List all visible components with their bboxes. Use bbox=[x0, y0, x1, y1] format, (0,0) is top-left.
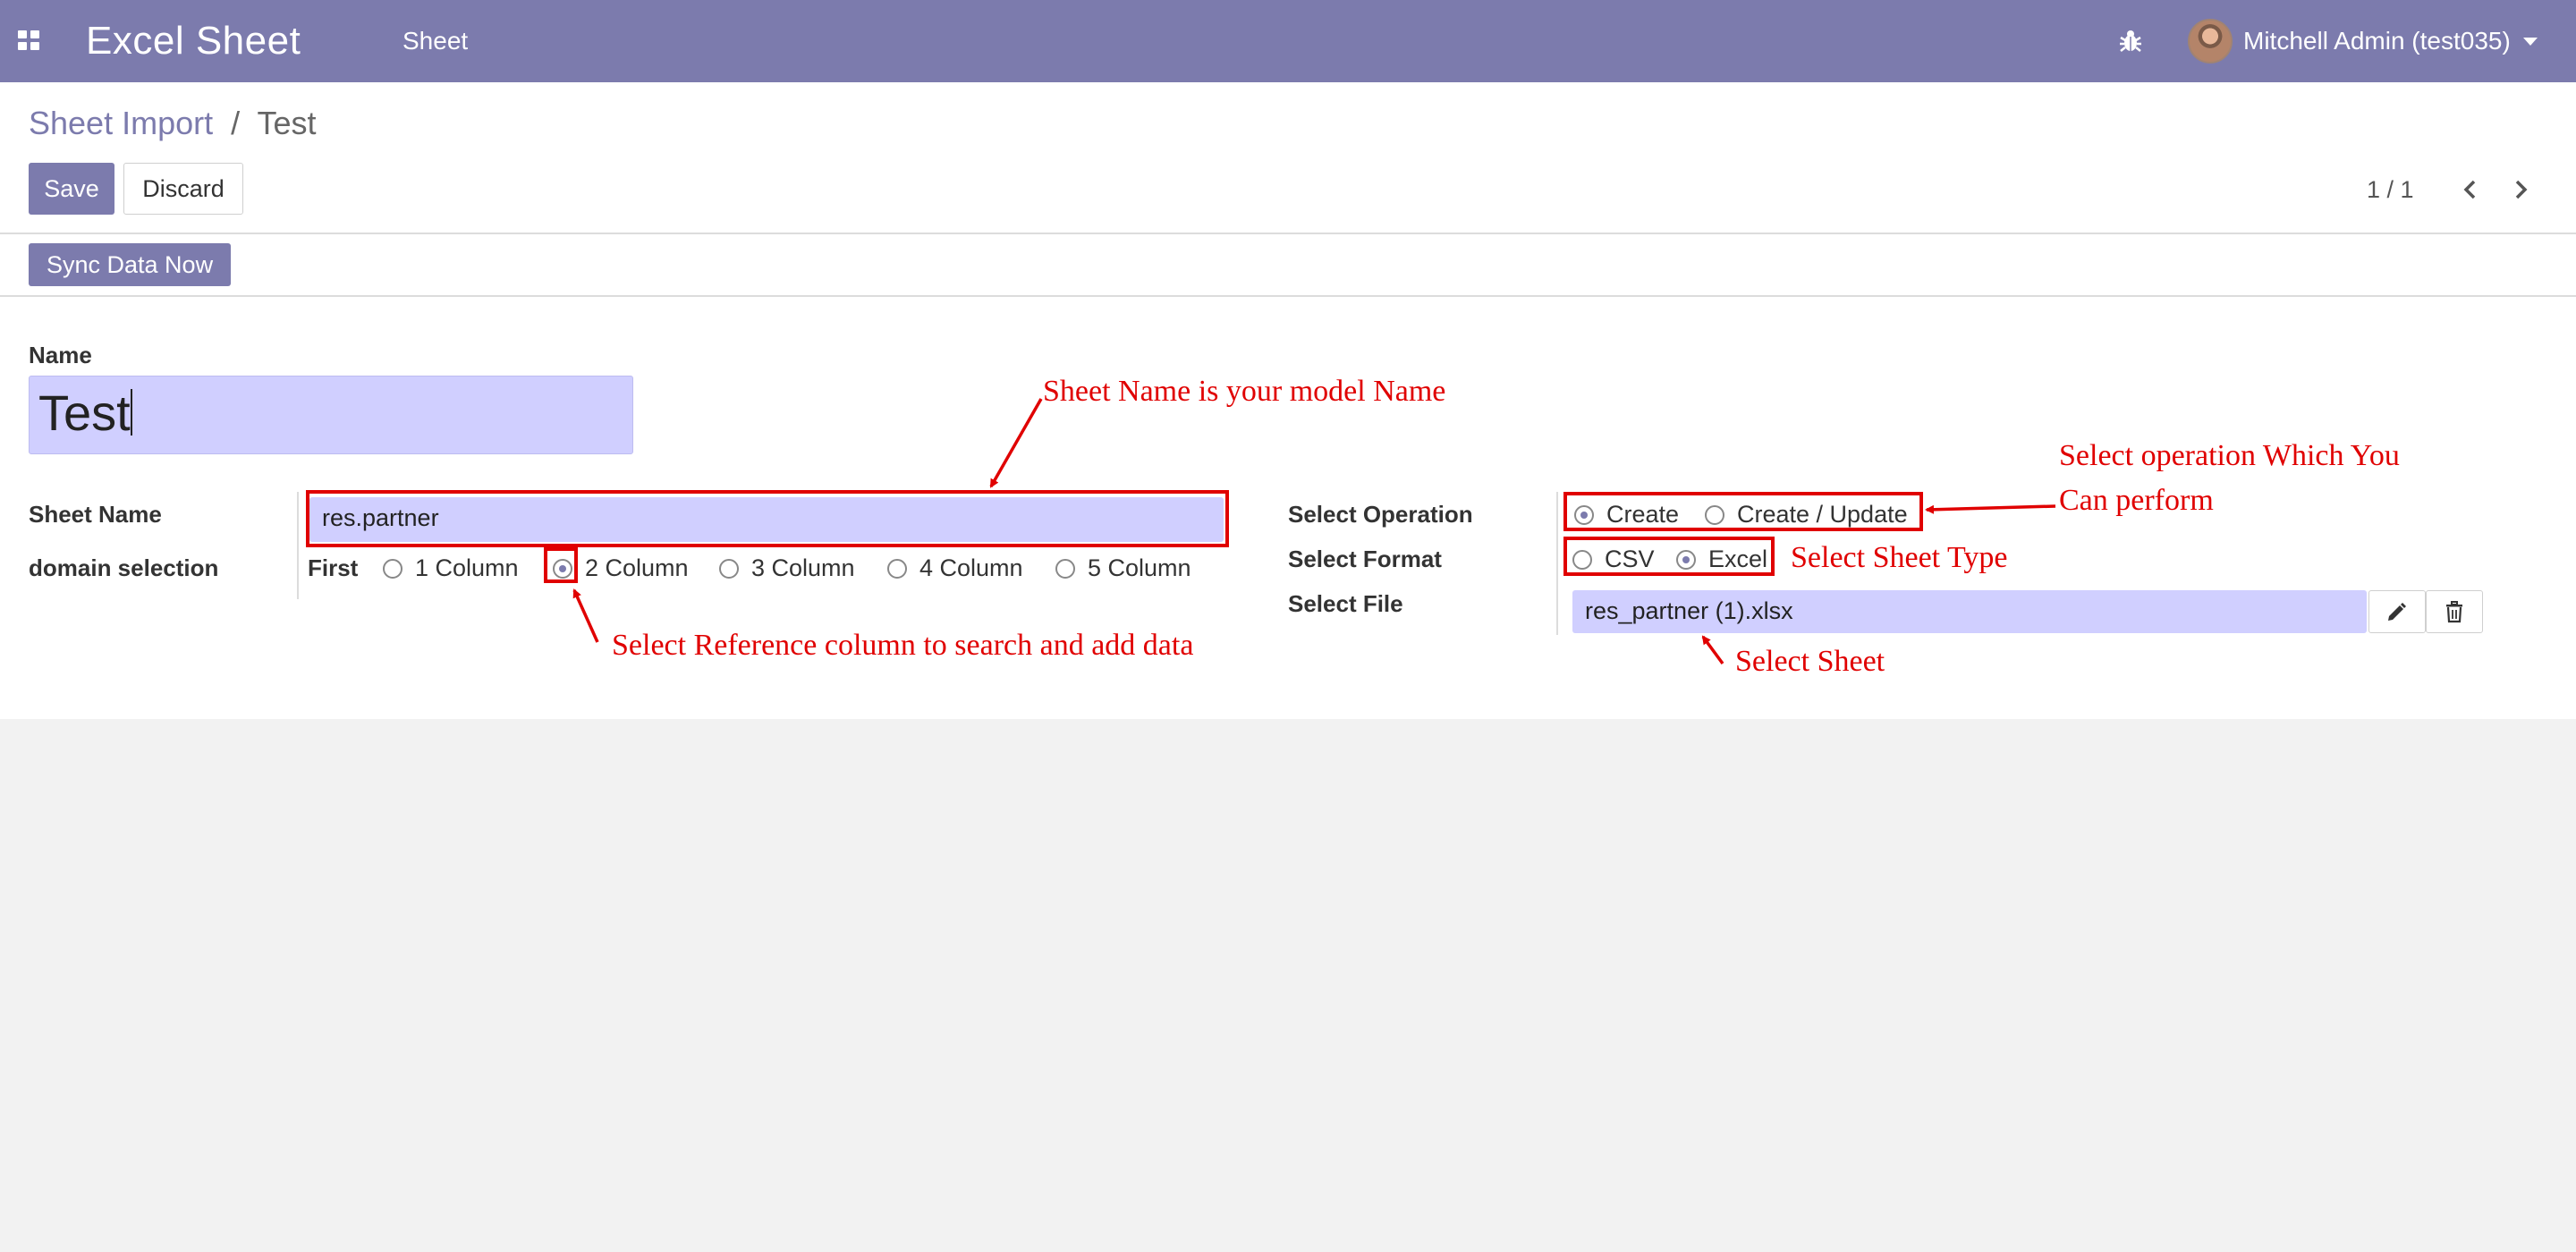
user-menu[interactable]: Mitchell Admin (test035) bbox=[2188, 16, 2538, 66]
annotation-highlight-format bbox=[1563, 537, 1775, 576]
name-value: Test bbox=[38, 385, 131, 441]
select-operation-label: Select Operation bbox=[1288, 501, 1473, 528]
chevron-right-icon[interactable] bbox=[2503, 172, 2538, 207]
chevron-left-icon[interactable] bbox=[2453, 172, 2488, 207]
pencil-icon bbox=[2388, 603, 2406, 621]
radio-label: 4 Column bbox=[919, 554, 1023, 581]
caret-down-icon bbox=[2522, 37, 2538, 46]
app-brand[interactable]: Excel Sheet bbox=[86, 16, 301, 66]
radio-label: 3 Column bbox=[751, 554, 855, 581]
annotation-sheet-type-note: Select Sheet Type bbox=[1791, 541, 2008, 574]
radio-button[interactable] bbox=[887, 558, 907, 579]
name-label: Name bbox=[29, 342, 92, 368]
control-panel: Sheet Import / Test Save Discard 1 / 1 bbox=[0, 82, 2576, 234]
sheet-name-label: Sheet Name bbox=[29, 501, 162, 528]
domain-selection-label: domain selection bbox=[29, 554, 219, 581]
select-format-label: Select Format bbox=[1288, 546, 1442, 572]
domain-option-3-column[interactable]: 3 Column bbox=[719, 554, 855, 582]
radio-label: 5 Column bbox=[1088, 554, 1191, 581]
right-group-separator bbox=[1556, 492, 1558, 635]
domain-option-5-column[interactable]: 5 Column bbox=[1055, 554, 1191, 582]
radio-label: 2 Column bbox=[585, 554, 689, 581]
select-file-label: Select File bbox=[1288, 590, 1403, 617]
save-button[interactable]: Save bbox=[29, 163, 114, 215]
annotation-highlight-operation bbox=[1563, 492, 1923, 531]
text-cursor bbox=[130, 389, 132, 436]
domain-option-1-column[interactable]: 1 Column bbox=[383, 554, 519, 582]
radio-button[interactable] bbox=[383, 558, 402, 579]
radio-label: 1 Column bbox=[415, 554, 519, 581]
annotation-highlight-sheet-name bbox=[306, 490, 1229, 547]
apps-menu-icon[interactable] bbox=[18, 30, 39, 50]
left-group-separator bbox=[297, 492, 299, 599]
delete-file-button[interactable] bbox=[2426, 590, 2483, 633]
breadcrumb-current: Test bbox=[257, 105, 317, 141]
radio-button[interactable] bbox=[719, 558, 739, 579]
breadcrumb: Sheet Import / Test bbox=[29, 104, 317, 143]
user-name: Mitchell Admin (test035) bbox=[2243, 27, 2511, 55]
menu-sheet[interactable]: Sheet bbox=[402, 25, 468, 57]
discard-button[interactable]: Discard bbox=[123, 163, 243, 215]
status-bar: Sync Data Now bbox=[0, 234, 2576, 297]
radio-button[interactable] bbox=[1055, 558, 1075, 579]
breadcrumb-parent[interactable]: Sheet Import bbox=[29, 105, 213, 141]
breadcrumb-separator: / bbox=[231, 105, 241, 141]
sync-data-button[interactable]: Sync Data Now bbox=[29, 243, 232, 286]
file-name-field[interactable]: res_partner (1).xlsx bbox=[1572, 590, 2367, 633]
name-input[interactable]: Test bbox=[29, 376, 633, 454]
annotation-operation-note-line2: Can perform bbox=[2059, 484, 2214, 517]
user-avatar bbox=[2188, 19, 2233, 63]
domain-prefix-label: First bbox=[308, 554, 359, 581]
trash-icon bbox=[2446, 601, 2462, 623]
debug-bug-icon[interactable] bbox=[2118, 27, 2143, 55]
annotation-sheet-name-note: Sheet Name is your model Name bbox=[1043, 375, 1446, 408]
top-navbar: Excel Sheet Sheet Mitchell Admin (test03… bbox=[0, 0, 2576, 82]
annotation-select-sheet-note: Select Sheet bbox=[1735, 645, 1885, 678]
pager-value[interactable]: 1 / 1 bbox=[2367, 173, 2414, 206]
edit-file-button[interactable] bbox=[2368, 590, 2426, 633]
annotation-highlight-domain-radio bbox=[544, 547, 578, 583]
domain-option-4-column[interactable]: 4 Column bbox=[887, 554, 1023, 582]
annotation-reference-note: Select Reference column to search and ad… bbox=[612, 629, 1194, 662]
annotation-operation-note-line1: Select operation Which You bbox=[2059, 439, 2400, 472]
